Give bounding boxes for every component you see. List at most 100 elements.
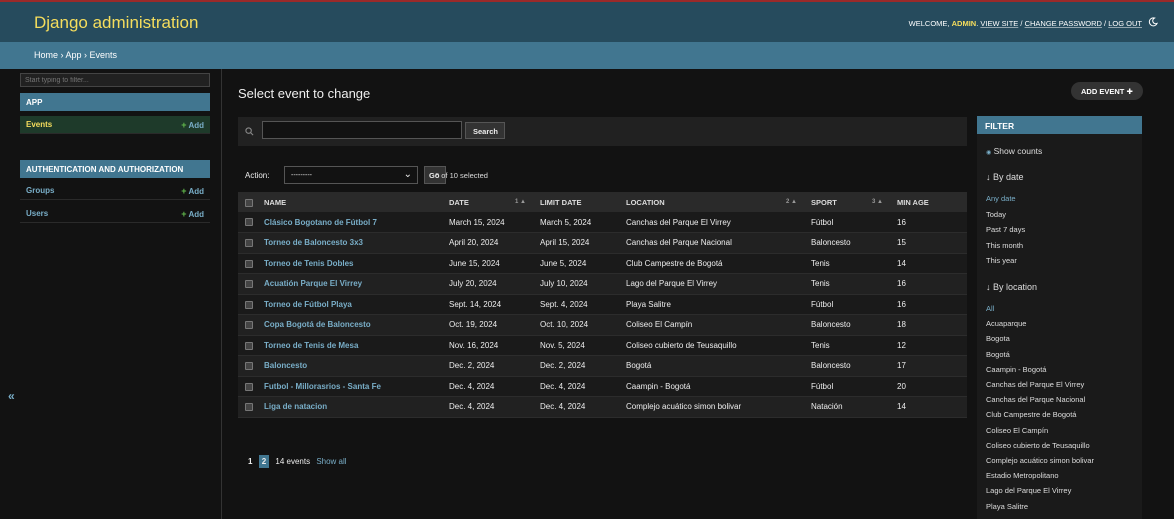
sidebar-item-groups[interactable]: Groups + Add [20,182,210,200]
sidebar-item-events[interactable]: Events + Add [20,116,210,134]
add-groups-link[interactable]: + Add [181,186,204,196]
page-1-link[interactable]: 1 [248,457,252,466]
row-checkbox[interactable] [245,382,253,391]
table-cell: Oct. 19, 2024 [443,314,534,336]
filter-location-option[interactable]: Club Campestre de Bogotá [986,410,1076,419]
event-link[interactable]: Torneo de Tenis Dobles [264,259,354,268]
app-module-header[interactable]: APP [20,93,210,111]
table-row: Copa Bogotá de Baloncesto Oct. 19, 2024 Oc… [238,314,967,336]
filter-location-option[interactable]: Bogota [986,334,1010,343]
row-checkbox[interactable] [245,239,253,248]
col-min-age[interactable]: MIN AGE [891,192,967,212]
event-link[interactable]: Futbol - Millorasrios - Santa Fe [264,382,381,391]
filter-location-option[interactable]: Acuaparque [986,319,1026,328]
table-cell: Canchas del Parque Nacional [620,232,805,254]
filter-date-option[interactable]: This month [986,241,1023,250]
filter-location-option[interactable]: Coliseo cubierto de Teusaquillo [986,441,1090,450]
show-all-link[interactable]: Show all [316,457,346,466]
filter-location-option[interactable]: Canchas del Parque Nacional [986,395,1085,404]
show-counts-link[interactable]: ◉ Show counts [986,146,1042,156]
row-checkbox[interactable] [245,362,253,371]
row-checkbox[interactable] [245,259,253,268]
select-all-checkbox[interactable] [245,198,253,207]
filter-location-option[interactable]: All [986,304,994,313]
filter-date-option[interactable]: This year [986,256,1017,265]
table-cell: March 15, 2024 [443,212,534,233]
view-site-link[interactable]: VIEW SITE [980,19,1018,28]
row-checkbox[interactable] [245,280,253,289]
log-out-link[interactable]: LOG OUT [1108,19,1142,28]
add-events-link[interactable]: + Add [181,120,204,130]
filter-location-option[interactable]: Playa Salitre [986,502,1028,511]
filter-location-option[interactable]: Coliseo El Campín [986,426,1048,435]
col-limit-date[interactable]: LIMIT DATE [534,192,620,212]
filter-location-option[interactable]: Canchas del Parque El Virrey [986,380,1084,389]
site-header: Django administration WELCOME, ADMIN. VI… [0,2,1174,42]
selected-count: 0 of 10 selected [435,171,488,180]
col-date[interactable]: DATE 1 ▲ [443,192,534,212]
filter-location-option[interactable]: Lago del Parque El Virrey [986,486,1071,495]
filter-location-option[interactable]: Complejo acuático simon bolivar [986,456,1094,465]
row-checkbox[interactable] [245,218,253,227]
sort-priority-location[interactable]: 2 ▲ [786,199,797,205]
breadcrumb: Home › App › Events [0,42,1174,69]
table-cell: Dec. 2, 2024 [534,355,620,377]
actions-bar: Action: --------- ⌄ Go 0 of 10 selected [238,162,967,188]
filter-location-option[interactable]: Bogotá [986,350,1010,359]
site-brand[interactable]: Django administration [34,13,198,33]
action-select[interactable]: --------- ⌄ [284,166,418,184]
filter-date-option[interactable]: Past 7 days [986,225,1025,234]
sidebar-item-users[interactable]: Users + Add [20,205,210,223]
theme-toggle-icon[interactable] [1148,17,1158,27]
table-row: Torneo de Tenis Dobles June 15, 2024 June … [238,253,967,274]
filter-date-option[interactable]: Today [986,210,1006,219]
sort-priority-sport[interactable]: 3 ▲ [872,199,883,205]
event-link[interactable]: Torneo de Baloncesto 3x3 [264,238,363,247]
table-cell: Sept. 14, 2024 [443,294,534,315]
table-header-row: NAME DATE 1 ▲ LIMIT DATE LOCATION 2 ▲ SPOR… [238,192,967,212]
col-location[interactable]: LOCATION 2 ▲ [620,192,805,212]
auth-module-header[interactable]: AUTHENTICATION AND AUTHORIZATION [20,160,210,178]
row-checkbox[interactable] [245,321,253,330]
nav-filter-input[interactable] [20,73,210,87]
add-event-button[interactable]: ADD EVENT ✚ [1071,82,1143,100]
event-link[interactable]: Torneo de Fútbol Playa [264,300,352,309]
welcome-text: WELCOME, [908,19,950,28]
username: ADMIN [951,19,977,28]
filter-location-option[interactable]: Estadio Metropolitano [986,471,1059,480]
table-cell: Lago del Parque El Virrey [620,273,805,295]
col-sport[interactable]: SPORT 3 ▲ [805,192,891,212]
col-name[interactable]: NAME [258,192,443,212]
table-cell: 14 [891,396,967,418]
search-button[interactable]: Search [465,122,505,139]
add-users-link[interactable]: + Add [181,209,204,219]
change-password-link[interactable]: CHANGE PASSWORD [1025,19,1102,28]
row-checkbox[interactable] [245,300,253,309]
event-link[interactable]: Torneo de Tenis de Mesa [264,341,358,350]
event-link[interactable]: Baloncesto [264,361,307,370]
breadcrumb-text[interactable]: Home › App › Events [34,50,117,60]
table-row: Torneo de Baloncesto 3x3 April 20, 2024 Ap… [238,232,967,254]
table-cell: April 15, 2024 [534,232,620,254]
row-checkbox[interactable] [245,341,253,350]
plus-icon: + [181,120,187,130]
table-row: Torneo de Fútbol Playa Sept. 14, 2024 Sept… [238,294,967,315]
table-cell: Playa Salitre [620,294,805,315]
filter-by-location-title: ↓ By location [986,282,1038,292]
row-checkbox[interactable] [245,403,253,412]
event-link[interactable]: Liga de natacion [264,402,327,411]
table-row: Liga de natacion Dec. 4, 2024 Dec. 4, 2024… [238,396,967,418]
filter-location-option[interactable]: Caampin - Bogotá [986,365,1046,374]
event-link[interactable]: Acuatión Parque El Virrey [264,279,362,288]
sort-priority-date[interactable]: 1 ▲ [515,199,526,205]
search-input[interactable] [262,121,462,139]
table-cell: Tenis [805,273,891,295]
table-cell: April 20, 2024 [443,232,534,254]
sidebar-collapse-icon[interactable]: « [8,389,15,403]
event-link[interactable]: Copa Bogotá de Baloncesto [264,320,371,329]
plus-icon: ✚ [1126,87,1133,96]
filter-panel: FILTER ◉ Show counts ↓ By date Any date T… [977,116,1142,519]
table-cell: 16 [891,212,967,233]
event-link[interactable]: Clásico Bogotano de Fútbol 7 [264,218,377,227]
filter-date-option[interactable]: Any date [986,194,1016,203]
